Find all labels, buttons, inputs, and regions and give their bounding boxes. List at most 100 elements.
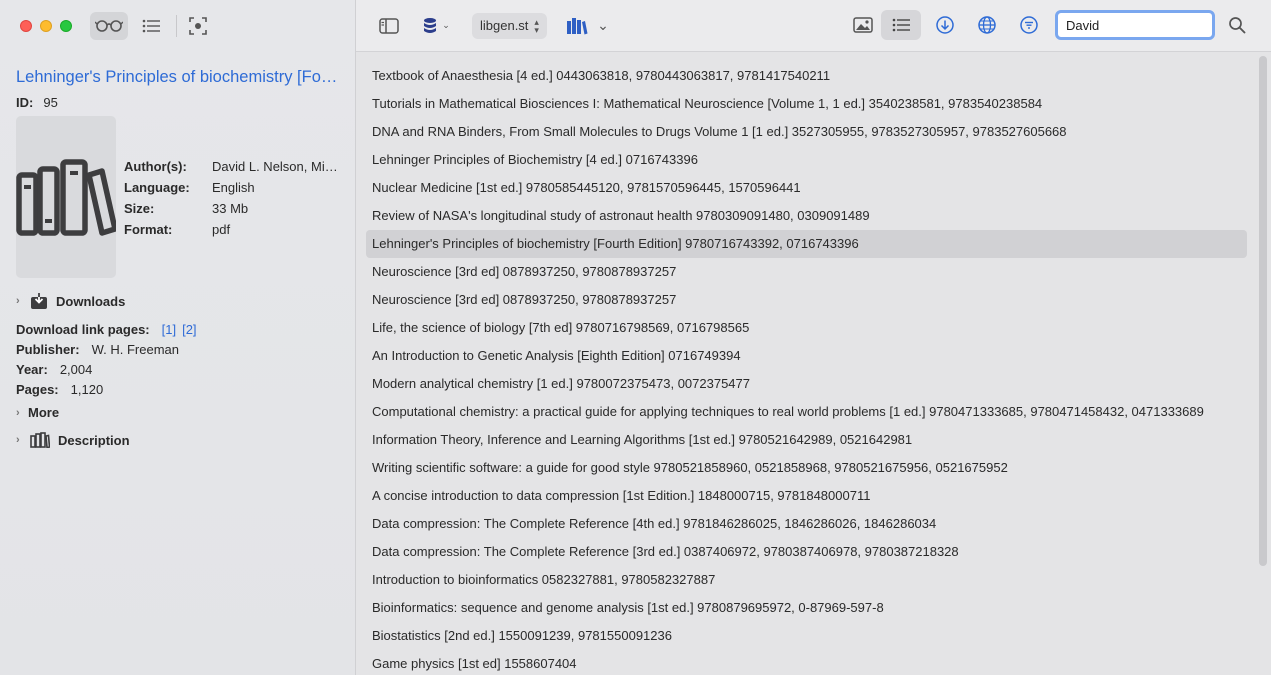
result-row[interactable]: Introduction to bioinformatics 058232788… bbox=[366, 566, 1247, 594]
chevron-right-icon: › bbox=[16, 434, 20, 446]
result-row[interactable]: Life, the science of biology [7th ed] 97… bbox=[366, 314, 1247, 342]
library-menu-button[interactable]: ⌄ bbox=[593, 12, 613, 40]
download-box-icon bbox=[30, 292, 48, 310]
database-icon bbox=[424, 17, 437, 33]
result-row[interactable]: Data compression: The Complete Reference… bbox=[366, 538, 1247, 566]
search-button[interactable] bbox=[1219, 10, 1255, 40]
source-select[interactable]: libgen.st ▴ ▾ bbox=[472, 12, 547, 39]
result-row[interactable]: Lehninger's Principles of biochemistry [… bbox=[366, 230, 1247, 258]
zoom-window-button[interactable] bbox=[60, 20, 72, 32]
download-pages-row: Download link pages: [1] [2] bbox=[16, 322, 339, 337]
minimize-window-button[interactable] bbox=[40, 20, 52, 32]
book-details: Lehninger's Principles of biochemistry [… bbox=[0, 68, 355, 448]
result-row[interactable]: Neuroscience [3rd ed] 0878937250, 978087… bbox=[366, 286, 1247, 314]
search-icon bbox=[1229, 17, 1246, 34]
main-toolbar: ⌄ libgen.st ▴ ▾ ⌄ bbox=[356, 0, 1271, 52]
result-row[interactable]: Textbook of Anaesthesia [4 ed.] 04430638… bbox=[366, 62, 1247, 90]
main-content: ⌄ libgen.st ▴ ▾ ⌄ David Textbook of Anae… bbox=[356, 0, 1271, 675]
downloads-disclosure[interactable]: › Downloads bbox=[16, 292, 339, 310]
result-row[interactable]: Data compression: The Complete Reference… bbox=[366, 510, 1247, 538]
app-window: Lehninger's Principles of biochemistry [… bbox=[0, 0, 1271, 675]
meta-value: David L. Nelson, Michael M. Cox bbox=[212, 159, 340, 174]
book-id: ID: 95 bbox=[16, 95, 339, 110]
download-pages-label: Download link pages: bbox=[16, 322, 150, 337]
description-label: Description bbox=[58, 432, 130, 448]
result-row[interactable]: Biostatistics [2nd ed.] 1550091239, 9781… bbox=[366, 622, 1247, 650]
id-label: ID: bbox=[16, 95, 34, 110]
result-row[interactable]: A concise introduction to data compressi… bbox=[366, 482, 1247, 510]
toolbar-divider bbox=[176, 15, 177, 37]
result-row[interactable]: An Introduction to Genetic Analysis [Eig… bbox=[366, 342, 1247, 370]
year-value: 2,004 bbox=[59, 362, 93, 377]
meta-language: Language: English bbox=[124, 177, 340, 198]
library-icon bbox=[566, 17, 588, 34]
book-title[interactable]: Lehninger's Principles of biochemistry [… bbox=[16, 68, 342, 87]
download-link-2[interactable]: [2] bbox=[182, 322, 196, 337]
downloads-label: Downloads bbox=[56, 293, 126, 309]
focus-button[interactable] bbox=[183, 12, 213, 40]
download-button[interactable] bbox=[927, 10, 963, 40]
result-row[interactable]: Review of NASA's longitudinal study of a… bbox=[366, 202, 1247, 230]
download-circle-icon bbox=[936, 16, 954, 34]
meta-value: English bbox=[212, 180, 255, 195]
glasses-icon bbox=[95, 20, 123, 32]
library-view-button[interactable] bbox=[563, 12, 591, 40]
description-disclosure[interactable]: › Description bbox=[16, 432, 339, 448]
meta-key: Language: bbox=[124, 180, 190, 195]
publisher-row: Publisher: W. H. Freeman bbox=[16, 342, 339, 357]
pages-label: Pages: bbox=[16, 382, 59, 397]
sidebar-icon bbox=[379, 17, 399, 34]
filter-icon bbox=[1020, 16, 1038, 34]
result-row[interactable]: Neuroscience [3rd ed] 0878937250, 978087… bbox=[366, 258, 1247, 286]
books-icon bbox=[16, 159, 116, 236]
result-row[interactable]: Modern analytical chemistry [1 ed.] 9780… bbox=[366, 370, 1247, 398]
filter-button[interactable] bbox=[1011, 10, 1047, 40]
publisher-value: W. H. Freeman bbox=[91, 342, 179, 357]
chevron-down-icon: ⌄ bbox=[597, 17, 609, 33]
result-row[interactable]: Tutorials in Mathematical Biosciences I:… bbox=[366, 90, 1247, 118]
result-row[interactable]: Computational chemistry: a practical gui… bbox=[366, 398, 1247, 426]
meta-size: Size: 33 Mb bbox=[124, 198, 340, 219]
meta-key: Author(s): bbox=[124, 159, 187, 174]
download-link-1[interactable]: [1] bbox=[162, 322, 176, 337]
pages-row: Pages: 1,120 bbox=[16, 382, 339, 397]
cover-view-button[interactable] bbox=[845, 10, 881, 40]
close-window-button[interactable] bbox=[20, 20, 32, 32]
search-input[interactable] bbox=[1055, 10, 1215, 40]
result-row[interactable]: DNA and RNA Binders, From Small Molecule… bbox=[366, 118, 1247, 146]
window-controls bbox=[20, 20, 72, 32]
viewfinder-icon bbox=[189, 17, 207, 35]
meta-format: Format: pdf bbox=[124, 219, 340, 240]
more-disclosure[interactable]: › More bbox=[16, 405, 339, 420]
book-meta: Author(s): David L. Nelson, Michael M. C… bbox=[124, 156, 340, 278]
web-button[interactable] bbox=[969, 10, 1005, 40]
result-row[interactable]: Writing scientific software: a guide for… bbox=[366, 454, 1247, 482]
result-row[interactable]: Information Theory, Inference and Learni… bbox=[366, 426, 1247, 454]
meta-value: 33 Mb bbox=[212, 201, 249, 216]
pages-value: 1,120 bbox=[70, 382, 104, 397]
book-cover bbox=[16, 116, 116, 278]
database-menu-button[interactable]: ⌄ bbox=[418, 12, 454, 40]
result-row[interactable]: Lehninger Principles of Biochemistry [4 … bbox=[366, 146, 1247, 174]
right-toolbar bbox=[845, 10, 1255, 40]
library-icon bbox=[30, 432, 50, 448]
year-label: Year: bbox=[16, 362, 48, 377]
result-row[interactable]: Nuclear Medicine [1st ed.] 9780585445120… bbox=[366, 174, 1247, 202]
source-value: libgen.st bbox=[480, 18, 529, 33]
year-row: Year: 2,004 bbox=[16, 362, 339, 377]
list-icon bbox=[142, 19, 160, 33]
up-down-chevron-icon: ▴ ▾ bbox=[534, 16, 539, 35]
meta-key: Format: bbox=[124, 222, 173, 237]
sidebar: Lehninger's Principles of biochemistry [… bbox=[0, 0, 356, 675]
photo-icon bbox=[853, 17, 873, 33]
globe-icon bbox=[978, 16, 996, 34]
scrollbar[interactable] bbox=[1259, 56, 1267, 566]
publisher-label: Publisher: bbox=[16, 342, 80, 357]
result-row[interactable]: Bioinformatics: sequence and genome anal… bbox=[366, 594, 1247, 622]
details-list-button[interactable] bbox=[881, 10, 921, 40]
result-row[interactable]: Game physics [1st ed] 1558607404 bbox=[366, 650, 1247, 675]
reader-view-button[interactable] bbox=[90, 12, 128, 40]
toggle-sidebar-button[interactable] bbox=[374, 12, 404, 40]
chevron-down-icon: ⌄ bbox=[442, 20, 450, 30]
list-view-button[interactable] bbox=[136, 12, 166, 40]
